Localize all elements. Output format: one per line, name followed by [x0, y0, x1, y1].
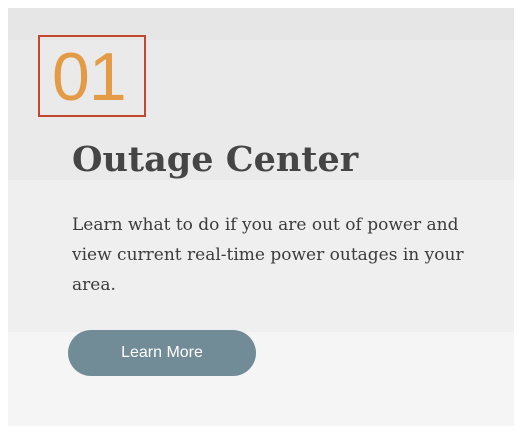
- card-title: Outage Center: [72, 139, 359, 180]
- outage-center-card: 01 Outage Center Learn what to do if you…: [8, 8, 514, 426]
- step-number: 01: [38, 35, 146, 117]
- learn-more-button[interactable]: Learn More: [68, 330, 256, 376]
- card-description: Learn what to do if you are out of power…: [72, 215, 464, 295]
